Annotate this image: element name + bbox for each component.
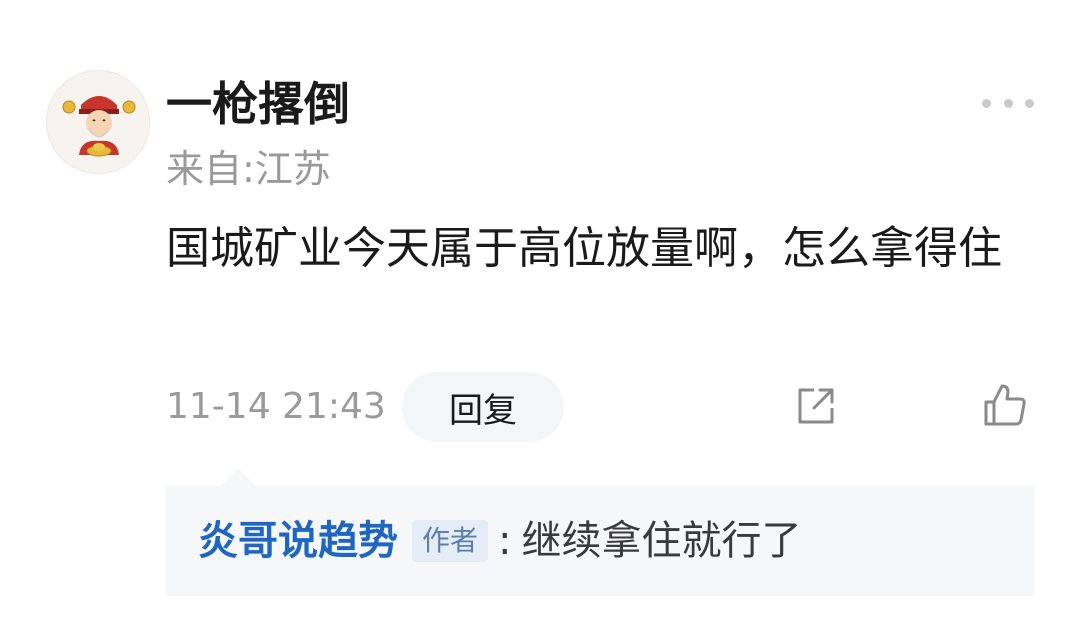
reply-author-link[interactable]: 炎哥说趋势 (198, 515, 398, 567)
username[interactable]: 一枪撂倒 (166, 74, 350, 134)
more-icon (982, 98, 991, 108)
thumbs-up-icon[interactable] (980, 380, 1030, 430)
avatar[interactable] (46, 70, 150, 174)
avatar-image (47, 71, 149, 173)
more-icon-dot (1025, 98, 1034, 108)
author-badge: 作者 (412, 520, 489, 562)
reply-button[interactable]: 回复 (402, 372, 564, 442)
user-location: 来自:江苏 (166, 147, 331, 191)
reply-text: 继续拿住就行了 (521, 518, 802, 564)
comment-card: 一枪撂倒 来自:江苏 国城矿业今天属于高位放量啊，怎么拿得住 11-14 21:… (0, 0, 1080, 624)
more-icon-dot (1003, 98, 1013, 108)
share-icon[interactable] (794, 384, 838, 428)
more-options-button[interactable] (982, 88, 1034, 118)
author-reply: 炎哥说趋势 作者 : 继续拿住就行了 (166, 486, 1034, 596)
comment-text: 国城矿业今天属于高位放量啊，怎么拿得住 (166, 223, 1002, 274)
reply-separator: : (498, 518, 512, 564)
comment-timestamp: 11-14 21:43 (166, 386, 386, 427)
reply-box-pointer (220, 468, 256, 486)
